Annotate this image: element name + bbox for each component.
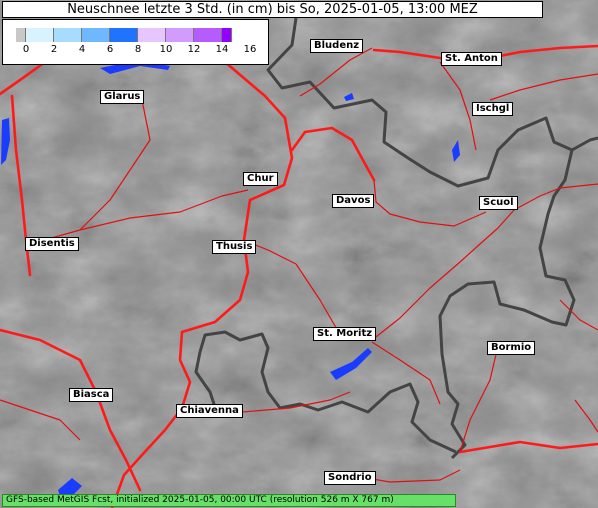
legend-swatch-1 <box>26 28 54 42</box>
legend-swatch-0 <box>16 28 26 42</box>
map-view: Bludenz St. Anton Glarus Ischgl Chur Dav… <box>0 0 598 508</box>
legend-color-bar <box>16 28 232 42</box>
terrain-map <box>0 0 598 508</box>
city-label-disentis: Disentis <box>25 237 79 251</box>
city-label-ischgl: Ischgl <box>472 102 514 116</box>
legend-swatch-8 <box>222 28 232 42</box>
legend-tick-12: 12 <box>187 44 201 55</box>
legend-tick-0: 0 <box>22 44 30 55</box>
city-label-sondrio: Sondrio <box>324 471 376 485</box>
city-label-thusis: Thusis <box>212 240 257 254</box>
city-label-davos: Davos <box>332 194 375 208</box>
city-label-bormio: Bormio <box>487 341 536 355</box>
city-label-chiavenna: Chiavenna <box>176 404 243 418</box>
legend-swatch-6 <box>166 28 194 42</box>
map-title: Neuschnee letzte 3 Std. (in cm) bis So, … <box>67 2 478 17</box>
city-label-bludenz: Bludenz <box>310 39 364 53</box>
legend: 0 2 4 6 8 10 12 14 16 <box>2 19 269 65</box>
legend-tick-14: 14 <box>215 44 229 55</box>
city-label-glarus: Glarus <box>100 90 145 104</box>
legend-swatch-2 <box>54 28 82 42</box>
legend-tick-6: 6 <box>106 44 114 55</box>
forecast-info-footer: GFS-based MetGIS Fcst, initialized 2025-… <box>2 494 456 507</box>
legend-swatch-7 <box>194 28 222 42</box>
title-box: Neuschnee letzte 3 Std. (in cm) bis So, … <box>2 1 543 18</box>
terrain-relief <box>0 0 598 508</box>
city-label-chur: Chur <box>243 172 278 186</box>
city-label-biasca: Biasca <box>69 388 114 402</box>
legend-tick-10: 10 <box>159 44 173 55</box>
city-label-scuol: Scuol <box>479 196 518 210</box>
city-label-st-anton: St. Anton <box>441 52 502 66</box>
legend-tick-16: 16 <box>243 44 257 55</box>
legend-swatch-5 <box>138 28 166 42</box>
legend-swatch-4 <box>110 28 138 42</box>
legend-tick-2: 2 <box>50 44 58 55</box>
legend-tick-4: 4 <box>78 44 86 55</box>
legend-tick-8: 8 <box>134 44 142 55</box>
legend-swatch-3 <box>82 28 110 42</box>
city-label-st-moritz: St. Moritz <box>313 327 377 341</box>
